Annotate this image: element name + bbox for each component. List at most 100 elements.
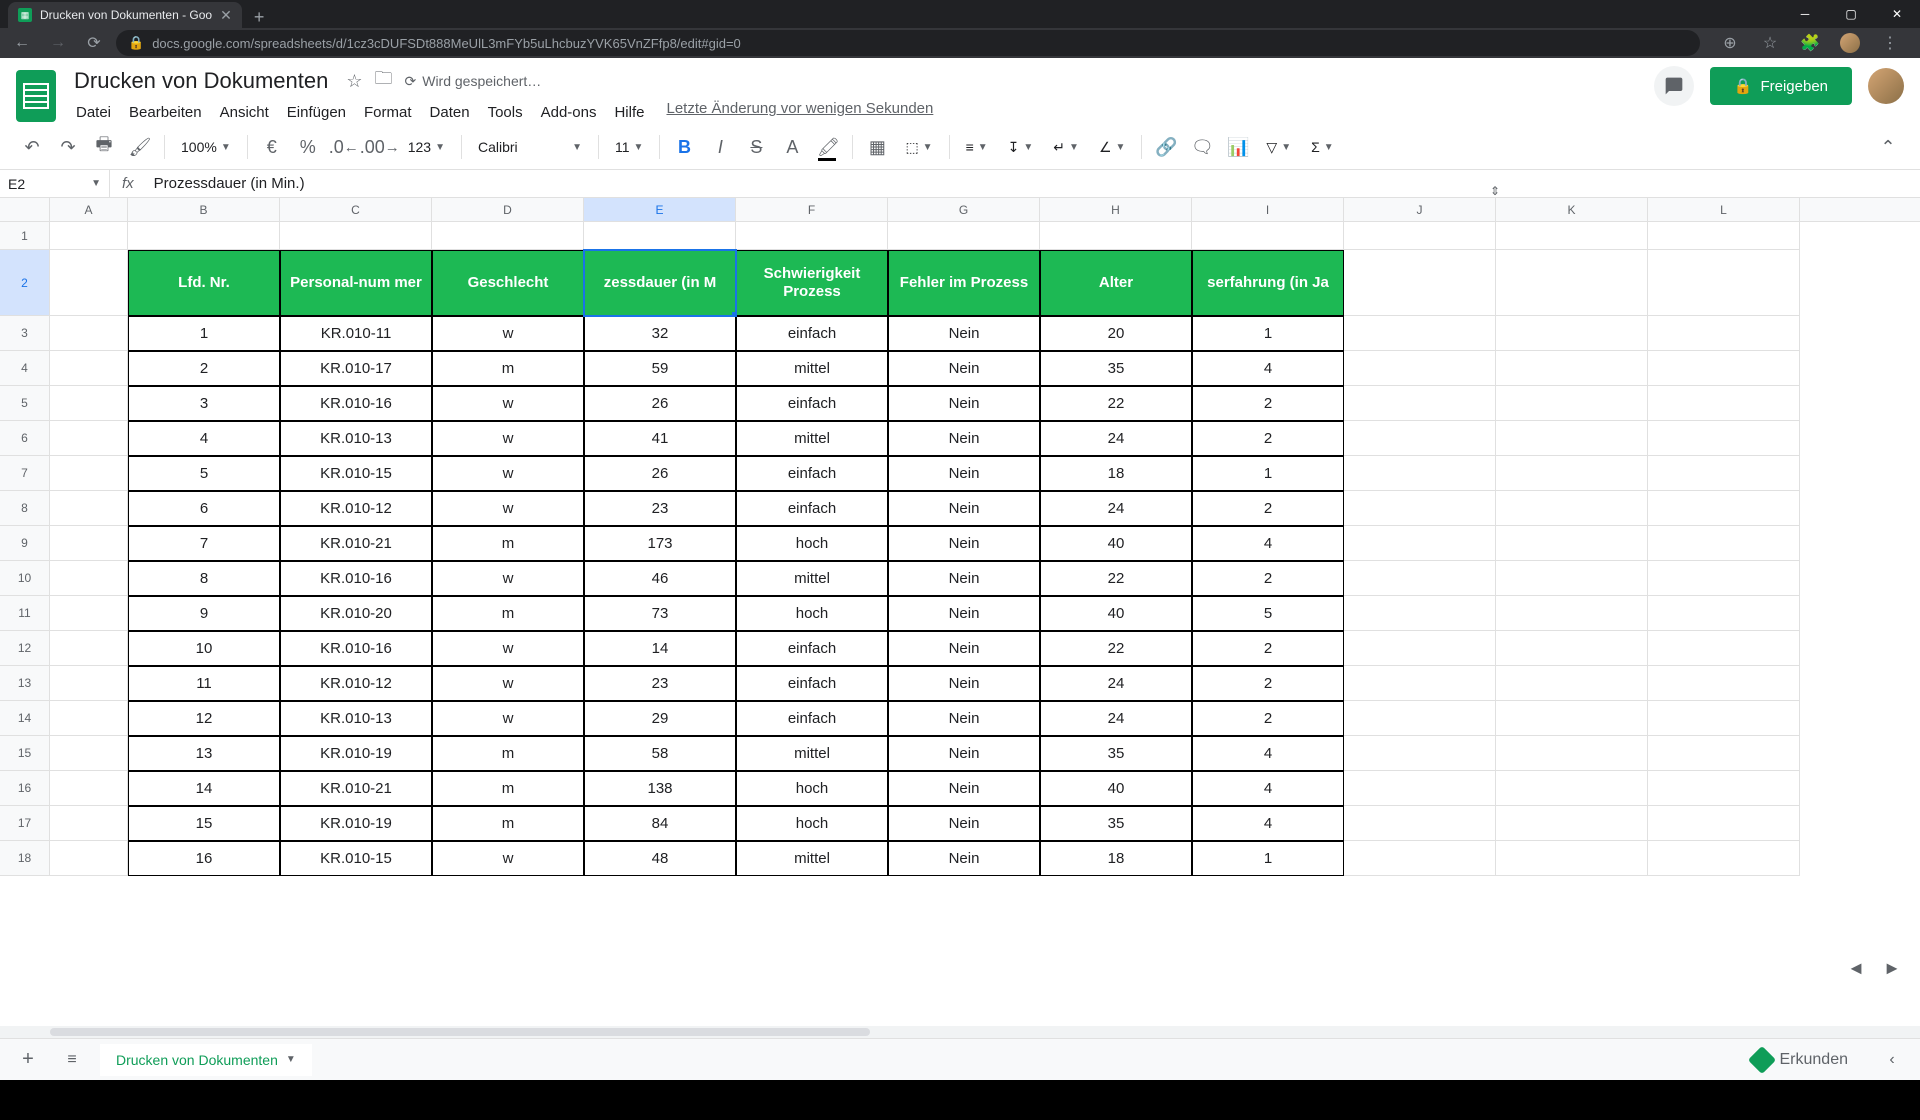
- cell[interactable]: [1496, 841, 1648, 876]
- menu-data[interactable]: Daten: [422, 100, 478, 125]
- data-cell[interactable]: 1: [1192, 456, 1344, 491]
- cell[interactable]: [1344, 316, 1496, 351]
- row-header[interactable]: 7: [0, 456, 50, 491]
- cell[interactable]: [432, 222, 584, 250]
- data-cell[interactable]: 2: [1192, 631, 1344, 666]
- data-cell[interactable]: Nein: [888, 701, 1040, 736]
- data-cell[interactable]: 1: [128, 316, 280, 351]
- data-cell[interactable]: w: [432, 841, 584, 876]
- cell[interactable]: [50, 631, 128, 666]
- data-cell[interactable]: w: [432, 666, 584, 701]
- wrap-button[interactable]: ↵▼: [1045, 135, 1087, 160]
- valign-button[interactable]: ↧▼: [1000, 135, 1042, 160]
- cell[interactable]: [1648, 456, 1800, 491]
- data-cell[interactable]: 40: [1040, 771, 1192, 806]
- share-button[interactable]: 🔒 Freigeben: [1710, 67, 1852, 105]
- data-cell[interactable]: Nein: [888, 351, 1040, 386]
- star-icon[interactable]: ☆: [346, 71, 362, 92]
- cell[interactable]: [1648, 596, 1800, 631]
- row-header[interactable]: 2: [0, 250, 50, 316]
- data-cell[interactable]: einfach: [736, 316, 888, 351]
- data-cell[interactable]: 8: [128, 561, 280, 596]
- zoom-select[interactable]: 100%▼: [173, 135, 239, 159]
- cell[interactable]: [1648, 666, 1800, 701]
- data-cell[interactable]: w: [432, 421, 584, 456]
- data-cell[interactable]: KR.010-20: [280, 596, 432, 631]
- data-cell[interactable]: KR.010-16: [280, 386, 432, 421]
- data-cell[interactable]: 32: [584, 316, 736, 351]
- cell[interactable]: [1496, 631, 1648, 666]
- merge-button[interactable]: ⬚▼: [897, 135, 940, 160]
- minimize-button[interactable]: ─: [1782, 0, 1828, 28]
- data-cell[interactable]: Nein: [888, 386, 1040, 421]
- data-cell[interactable]: 73: [584, 596, 736, 631]
- col-header-H[interactable]: H: [1040, 198, 1192, 221]
- data-cell[interactable]: KR.010-15: [280, 841, 432, 876]
- horizontal-scrollbar[interactable]: [0, 1026, 1920, 1038]
- cell[interactable]: [1648, 386, 1800, 421]
- cell[interactable]: [50, 222, 128, 250]
- cell[interactable]: [1192, 222, 1344, 250]
- data-cell[interactable]: Nein: [888, 316, 1040, 351]
- profile-icon[interactable]: [1836, 29, 1864, 57]
- cell[interactable]: [50, 561, 128, 596]
- sheets-logo[interactable]: [16, 70, 56, 122]
- cell[interactable]: [1344, 386, 1496, 421]
- data-cell[interactable]: 2: [1192, 701, 1344, 736]
- data-cell[interactable]: Nein: [888, 491, 1040, 526]
- account-avatar[interactable]: [1868, 68, 1904, 104]
- data-cell[interactable]: 26: [584, 386, 736, 421]
- row-header[interactable]: 17: [0, 806, 50, 841]
- row-header[interactable]: 15: [0, 736, 50, 771]
- data-cell[interactable]: 59: [584, 351, 736, 386]
- menu-file[interactable]: Datei: [68, 100, 119, 125]
- fill-color-button[interactable]: 🖍: [812, 131, 844, 163]
- data-cell[interactable]: 40: [1040, 526, 1192, 561]
- row-header[interactable]: 3: [0, 316, 50, 351]
- data-cell[interactable]: 20: [1040, 316, 1192, 351]
- data-cell[interactable]: mittel: [736, 421, 888, 456]
- data-cell[interactable]: einfach: [736, 701, 888, 736]
- data-cell[interactable]: w: [432, 456, 584, 491]
- data-cell[interactable]: w: [432, 316, 584, 351]
- data-cell[interactable]: hoch: [736, 596, 888, 631]
- cell[interactable]: [1496, 771, 1648, 806]
- data-cell[interactable]: 26: [584, 456, 736, 491]
- row-header[interactable]: 8: [0, 491, 50, 526]
- data-cell[interactable]: m: [432, 596, 584, 631]
- cell[interactable]: [1040, 222, 1192, 250]
- cell[interactable]: [1496, 386, 1648, 421]
- data-cell[interactable]: KR.010-12: [280, 666, 432, 701]
- menu-tools[interactable]: Tools: [480, 100, 531, 125]
- row-header[interactable]: 12: [0, 631, 50, 666]
- col-header-I[interactable]: I: [1192, 198, 1344, 221]
- data-cell[interactable]: 58: [584, 736, 736, 771]
- data-cell[interactable]: Nein: [888, 666, 1040, 701]
- data-cell[interactable]: 84: [584, 806, 736, 841]
- data-cell[interactable]: KR.010-19: [280, 736, 432, 771]
- table-header-cell[interactable]: Fehler im Prozess: [888, 250, 1040, 316]
- row-header[interactable]: 4: [0, 351, 50, 386]
- data-cell[interactable]: 4: [128, 421, 280, 456]
- cell[interactable]: [1344, 526, 1496, 561]
- data-cell[interactable]: Nein: [888, 596, 1040, 631]
- forward-button[interactable]: →: [44, 29, 72, 57]
- data-cell[interactable]: 18: [1040, 456, 1192, 491]
- cell[interactable]: [50, 701, 128, 736]
- data-cell[interactable]: 24: [1040, 491, 1192, 526]
- data-cell[interactable]: 7: [128, 526, 280, 561]
- data-cell[interactable]: 18: [1040, 841, 1192, 876]
- cell[interactable]: [1496, 526, 1648, 561]
- table-header-cell[interactable]: Geschlecht: [432, 250, 584, 316]
- data-cell[interactable]: 1: [1192, 841, 1344, 876]
- data-cell[interactable]: KR.010-21: [280, 526, 432, 561]
- scroll-right-button[interactable]: ►: [1876, 952, 1908, 984]
- bookmark-icon[interactable]: ☆: [1756, 29, 1784, 57]
- sheet-tab[interactable]: Drucken von Dokumenten ▼: [100, 1044, 312, 1076]
- data-cell[interactable]: 173: [584, 526, 736, 561]
- cell[interactable]: [1496, 456, 1648, 491]
- cell[interactable]: [1648, 222, 1800, 250]
- cell[interactable]: [1344, 491, 1496, 526]
- data-cell[interactable]: 4: [1192, 771, 1344, 806]
- increase-decimal-button[interactable]: .00→: [364, 131, 396, 163]
